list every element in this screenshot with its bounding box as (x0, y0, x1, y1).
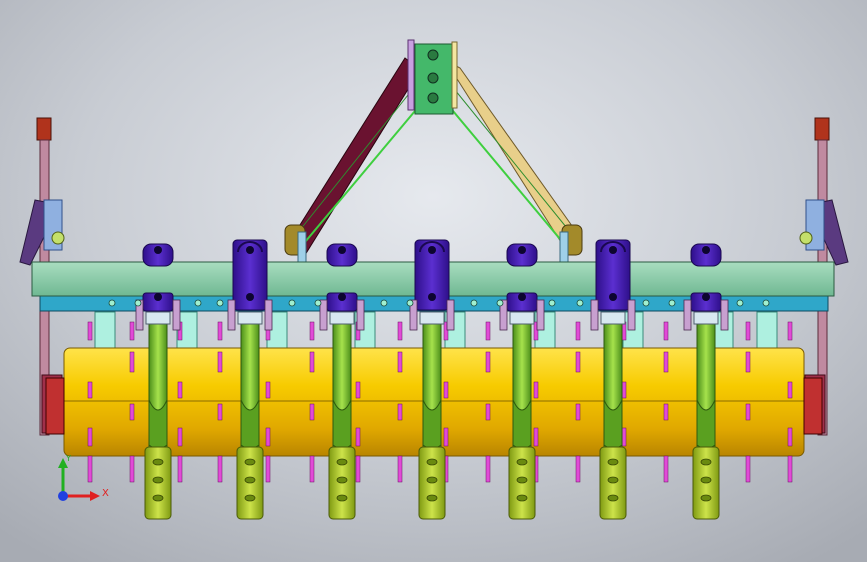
tine[interactable] (418, 311, 446, 520)
tine[interactable] (692, 311, 720, 520)
beam-bolt (496, 299, 504, 307)
hitch-brace-right (447, 104, 566, 246)
beam-bolt (576, 299, 584, 307)
left-knob[interactable] (36, 117, 52, 141)
beam-bolt (668, 299, 676, 307)
support-post (756, 311, 778, 349)
y-axis-label: Y (66, 454, 71, 463)
beam-bolt (380, 299, 388, 307)
beam-bolt (762, 299, 770, 307)
beam-bolt (470, 299, 478, 307)
x-axis-head (90, 491, 100, 501)
coordinate-triad: X Y (52, 454, 112, 508)
tine[interactable] (236, 311, 264, 520)
hitch-top-pin-right (451, 41, 458, 109)
beam-bolt (642, 299, 650, 307)
tine[interactable] (328, 311, 356, 520)
support-post (94, 311, 116, 349)
right-knob[interactable] (814, 117, 830, 141)
beam-bolt (108, 299, 116, 307)
cultivator-3d-model[interactable] (0, 0, 867, 562)
beam-bolt (736, 299, 744, 307)
beam-bolt (548, 299, 556, 307)
tine[interactable] (144, 311, 172, 520)
coordinate-axes-icon (58, 458, 100, 501)
roller-end-left (45, 377, 65, 435)
beam-bolt (406, 299, 414, 307)
hitch-bolt-top (427, 49, 439, 61)
model-viewport[interactable]: X Y (0, 0, 867, 562)
hitch-top-pin (407, 39, 415, 111)
z-axis-dot (58, 491, 68, 501)
hitch-brace-left-2 (291, 89, 413, 241)
beam-bolt (216, 299, 224, 307)
tine[interactable] (599, 311, 627, 520)
beam-bolt (314, 299, 322, 307)
hitch-left-arm[interactable] (287, 57, 421, 256)
x-axis-label: X (102, 488, 109, 499)
roller-end-right (803, 377, 823, 435)
beam-bolt (194, 299, 202, 307)
hitch-brace-left (299, 104, 421, 249)
beam-bolt (288, 299, 296, 307)
tine[interactable] (508, 311, 536, 520)
beam-bolt (134, 299, 142, 307)
left-bolt (51, 231, 65, 245)
hitch-bolt-low (427, 92, 439, 104)
right-bolt (799, 231, 813, 245)
hitch-brace-right-2 (454, 89, 576, 239)
hitch-bolt-mid (427, 72, 439, 84)
